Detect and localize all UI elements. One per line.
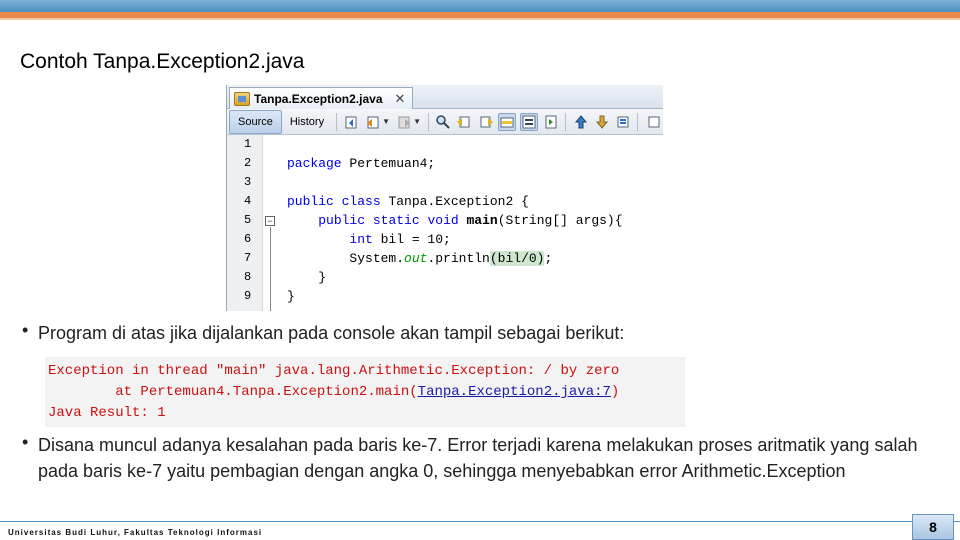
line-number: 5 [244, 213, 252, 227]
shift-line-icon[interactable] [644, 113, 661, 131]
keyword: int [349, 232, 373, 247]
code-text: (String[] args){ [497, 213, 623, 228]
keyword: public [287, 194, 334, 209]
previous-bookmark-icon[interactable] [572, 113, 589, 131]
find-next-icon[interactable] [477, 113, 494, 131]
code-editor[interactable]: 1 2 3 4 5 6 7 8 9 − package Pertemuan4; … [227, 135, 663, 311]
editor-tab-bar: Tanpa.Exception2.java ✕ [227, 85, 663, 109]
bracket-match-highlight: (bil/0) [489, 251, 545, 266]
code-line-5: public static void main(String[] args){ [287, 211, 623, 230]
editor-toolbar: Source History ▼ ▼ [227, 109, 663, 135]
bullet-marker: • [22, 320, 29, 340]
toolbar-separator [565, 112, 567, 131]
line-number: 7 [244, 251, 252, 265]
line-number: 4 [244, 194, 252, 208]
console-line-3: Java Result: 1 [48, 405, 166, 421]
code-line-2: package Pertemuan4; [287, 154, 623, 173]
code-text: .println [427, 251, 490, 266]
ide-editor-window: Tanpa.Exception2.java ✕ Source History ▼… [226, 85, 663, 311]
chevron-down-icon[interactable]: ▼ [413, 117, 421, 126]
toolbar-separator [336, 112, 338, 131]
slide-title: Contoh Tanpa.Exception2.java [20, 50, 305, 73]
close-tab-icon[interactable]: ✕ [395, 91, 406, 107]
code-text: Pertemuan4; [341, 156, 436, 171]
console-line-2: at Pertemuan4.Tanpa.Exception2.main(Tanp… [48, 382, 685, 403]
keyword: package [287, 156, 342, 171]
code-line-6: int bil = 10; [287, 230, 623, 249]
bullet-text-2: Disana muncul adanya kesalahan pada bari… [38, 435, 918, 481]
keyword: class [341, 194, 381, 209]
line-number: 3 [244, 175, 252, 189]
toolbar-separator [637, 112, 639, 131]
toggle-rectangular-selection-icon[interactable] [520, 112, 539, 131]
find-icon[interactable] [435, 113, 452, 131]
footer-institution: Universitas Budi Luhur, Fakultas Teknolo… [8, 528, 263, 537]
code-text: bil = 10; [372, 232, 451, 247]
java-file-icon [234, 91, 250, 106]
fold-collapse-icon[interactable]: − [265, 216, 275, 226]
top-accent-strip [0, 18, 960, 20]
code-text: System. [349, 251, 405, 266]
console-output: Exception in thread "main" java.lang.Ari… [45, 357, 685, 427]
forward-icon[interactable] [395, 113, 412, 131]
keyword: void [427, 213, 459, 228]
stacktrace-link[interactable]: Tanpa.Exception2.java:7 [418, 384, 611, 400]
toggle-bookmark-icon[interactable] [614, 113, 631, 131]
code-line-9: } [287, 289, 295, 304]
footer-divider [0, 521, 960, 522]
method-name: main [466, 213, 498, 228]
static-field: out [404, 251, 428, 266]
next-bookmark-icon[interactable] [593, 113, 610, 131]
toggle-highlight-icon[interactable] [498, 112, 517, 131]
code-content: package Pertemuan4; public class Tanpa.E… [287, 135, 623, 306]
code-line-8: } [287, 270, 327, 285]
console-line-1: Exception in thread "main" java.lang.Ari… [48, 363, 620, 379]
chevron-down-icon[interactable]: ▼ [382, 117, 390, 126]
last-edit-icon[interactable] [343, 113, 360, 131]
keyword: public [318, 213, 366, 228]
keyword: static [372, 213, 420, 228]
line-number: 9 [244, 289, 252, 303]
file-tab[interactable]: Tanpa.Exception2.java ✕ [229, 87, 413, 109]
code-text: ; [544, 251, 553, 266]
bookmark-toggle-icon[interactable] [542, 113, 559, 131]
file-tab-label: Tanpa.Exception2.java [254, 91, 383, 106]
bullet-text-1: Program di atas jika dijalankan pada con… [38, 323, 625, 343]
toolbar-separator [427, 112, 429, 131]
code-line-7: System.out.println(bil/0); [287, 249, 623, 268]
line-number: 8 [244, 270, 252, 284]
back-icon[interactable] [364, 113, 381, 131]
line-number: 6 [244, 232, 252, 246]
tab-history[interactable]: History [282, 110, 332, 134]
page-number: 8 [912, 514, 954, 540]
tab-source[interactable]: Source [229, 109, 282, 134]
code-text: Tanpa.Exception2 { [380, 194, 529, 209]
fold-guide-line [270, 227, 271, 311]
code-line-4: public class Tanpa.Exception2 { [287, 192, 623, 211]
line-number: 2 [244, 156, 252, 170]
find-previous-icon[interactable] [456, 113, 473, 131]
line-number-gutter: 1 2 3 4 5 6 7 8 9 [227, 135, 263, 311]
line-number: 1 [244, 137, 252, 151]
top-accent-bar [0, 0, 960, 12]
console-text: ) [610, 384, 620, 400]
console-text: at Pertemuan4.Tanpa.Exception2.main( [48, 384, 418, 400]
